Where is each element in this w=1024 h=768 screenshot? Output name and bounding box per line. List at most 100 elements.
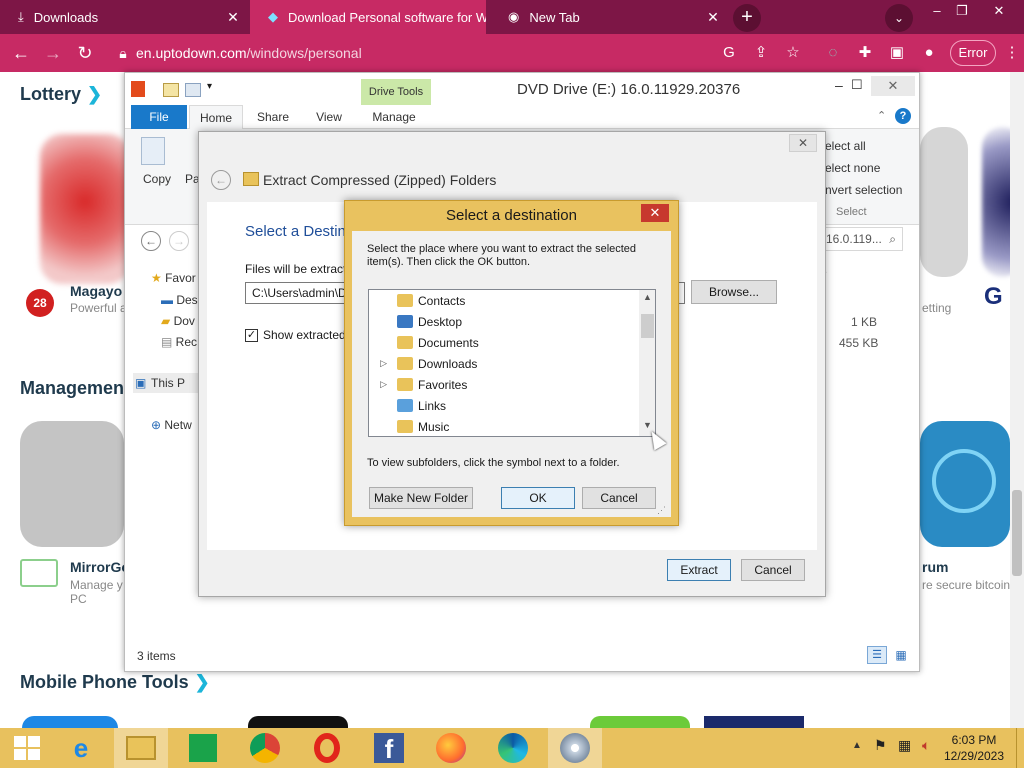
copy-label[interactable]: Copy [143,172,171,186]
select-none-label[interactable]: elect none [825,161,880,175]
close-dialog-icon[interactable]: ✕ [789,134,817,152]
tab-view[interactable]: View [303,105,355,129]
show-extracted-checkbox[interactable]: ✓ [245,329,258,342]
expand-arrow-icon[interactable]: ▷ [369,358,391,369]
extract-button[interactable]: Extract [667,559,731,581]
maximize-icon[interactable]: ☐ [851,77,863,93]
taskbar-facebook[interactable]: f [362,728,416,768]
extensions-puzzle-icon[interactable]: ✚ [853,41,877,65]
tab-home[interactable]: Home [189,105,243,129]
section-lottery[interactable]: Lottery ❯ [20,84,102,105]
card-title[interactable]: rum [922,559,948,575]
tab-manage[interactable]: Manage [361,105,427,129]
expand-arrow-icon[interactable]: ▷ [369,379,391,390]
cancel-button[interactable]: Cancel [741,559,805,581]
taskbar-store[interactable] [176,728,230,768]
taskbar-clock[interactable]: 6:03 PM 12/29/2023 [936,732,1012,764]
collapse-ribbon-icon[interactable]: ⌃ [877,109,886,122]
show-hidden-icons-icon[interactable]: ▲ [852,740,862,751]
close-dialog-icon[interactable]: ✕ [641,204,669,222]
taskbar-firefox[interactable] [424,728,478,768]
make-new-folder-button[interactable]: Make New Folder [369,487,473,509]
card-title[interactable]: MirrorGo [70,559,130,575]
invert-selection-label[interactable]: nvert selection [825,183,902,197]
taskbar-internet-explorer[interactable]: e [54,728,108,768]
tree-item-music[interactable]: Music [369,416,639,436]
new-folder-icon[interactable] [185,83,201,97]
nav-network[interactable]: ⊕ Netw [151,418,192,432]
back-icon[interactable]: ← [211,170,231,190]
copy-icon[interactable] [141,137,165,165]
tab-file[interactable]: File [131,105,187,129]
select-all-label[interactable]: elect all [825,139,866,153]
tab-share[interactable]: Share [247,105,299,129]
folder-tree[interactable]: Contacts Desktop Documents ▷ Downloads ▷… [368,289,656,437]
taskbar-opera[interactable] [300,728,354,768]
tree-item-favorites[interactable]: ▷ Favorites [369,374,639,395]
nav-favorites[interactable]: ★ Favor [151,271,196,285]
forward-icon[interactable]: → [169,231,189,251]
close-tab-icon[interactable]: ✕ [220,9,246,26]
back-icon[interactable]: ← [8,40,34,66]
section-mobile-phone-tools[interactable]: Mobile Phone Tools ❯ [20,672,210,693]
address-bar[interactable]: 🔒︎ en.uptodown.com/windows/personal [110,39,816,67]
tab-new-tab[interactable]: ◉ New Tab ✕ [490,0,726,34]
tree-item-links[interactable]: Links [369,395,639,416]
tree-scrollbar[interactable]: ▲ ▼ [639,290,655,436]
show-desktop-button[interactable] [1016,728,1024,768]
nav-this-pc[interactable]: ▣ This P [133,373,201,393]
back-icon[interactable]: ← [141,231,161,251]
resize-grip-icon[interactable]: ⋰ [657,505,666,516]
cancel-button[interactable]: Cancel [582,487,656,509]
tree-item-downloads[interactable]: ▷ Downloads [369,353,639,374]
page-scrollbar[interactable] [1010,72,1024,728]
tree-item-desktop[interactable]: Desktop [369,311,639,332]
tab-title: Downloads [33,9,99,25]
menu-dots-icon[interactable]: ⋮ [1000,41,1024,65]
volume-muted-icon[interactable]: 🔈︎ [922,737,930,754]
network-icon[interactable]: ▦ [898,737,911,754]
card-title[interactable]: Magayo [70,283,122,299]
taskbar-edge[interactable] [486,728,540,768]
tab-search-chevron-icon[interactable]: ⌄ [885,4,913,32]
minimize-icon[interactable]: – [835,77,843,93]
browse-button[interactable]: Browse... [691,280,777,304]
google-icon[interactable]: G [717,41,741,65]
reload-icon[interactable]: ↻ [72,40,98,66]
tree-scrollbar-thumb[interactable] [641,314,654,338]
restore-icon[interactable]: ❐ [945,0,979,24]
close-window-icon[interactable]: ✕ [982,0,1016,24]
tree-item-documents[interactable]: Documents [369,332,639,353]
tab-downloads[interactable]: ⤓ Downloads ✕ [0,0,246,34]
large-icons-view-icon[interactable]: ▦ [891,646,911,664]
nav-desktop[interactable]: ▬ Des [161,293,198,307]
new-tab-button[interactable]: + [733,4,761,32]
page-scrollbar-thumb[interactable] [1012,490,1022,576]
properties-icon[interactable] [163,83,179,97]
ok-button[interactable]: OK [501,487,575,509]
taskbar-file-explorer[interactable] [114,728,168,768]
details-view-icon[interactable]: ☰ [867,646,887,664]
section-management[interactable]: Management [20,378,130,399]
search-box[interactable]: 16.0.119... ⌕ [819,227,903,251]
quick-access-dropdown-icon[interactable]: ▾ [207,81,212,92]
taskbar-chrome[interactable] [238,728,292,768]
scroll-up-icon[interactable]: ▲ [639,292,655,306]
start-button[interactable] [0,728,54,768]
close-tab-icon[interactable]: ✕ [700,9,726,26]
share-icon[interactable]: ⇪ [749,41,773,65]
nav-recent[interactable]: ▤ Rec [161,335,197,349]
tree-item-contacts[interactable]: Contacts [369,290,639,311]
side-panel-icon[interactable]: ▣ [885,41,909,65]
error-button[interactable]: Error [950,40,996,66]
profile-icon[interactable]: ● [917,41,941,65]
taskbar-dvd-drive[interactable] [548,728,602,768]
nav-downloads[interactable]: ▰ Dov [161,314,195,328]
bookmark-star-icon[interactable]: ☆ [781,41,805,65]
tab-uptodown[interactable]: ◆ Download Personal software for W ✕ [250,0,486,34]
help-icon[interactable]: ? [895,108,911,124]
extension-circle-icon[interactable]: ◌ [821,41,845,65]
forward-icon[interactable]: → [40,40,66,66]
close-window-icon[interactable]: ✕ [871,76,915,96]
action-center-flag-icon[interactable]: ⚑ [874,737,887,754]
